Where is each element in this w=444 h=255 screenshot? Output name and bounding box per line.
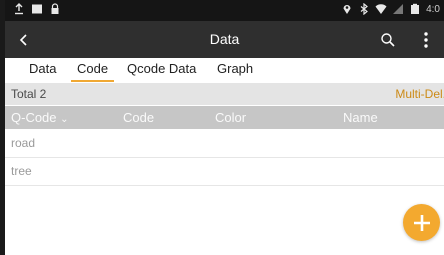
more-vertical-icon [424,32,428,48]
lock-icon [51,3,59,14]
location-icon [343,5,351,14]
tab-code[interactable]: Code [71,61,115,82]
add-button[interactable] [403,204,440,241]
status-icons-left [13,3,61,15]
tab-bar: Data Code Qcode Data Graph [5,58,444,83]
app-screen: 4:0 Data Data Code Qcode Data Graph Tota… [5,0,444,255]
summary-bar: Total 2 Multi-Del. [5,83,444,105]
column-header-code: Code [123,110,155,125]
image-icon [32,4,42,14]
app-bar: Data [5,21,444,58]
multi-delete-button[interactable]: Multi-Del. [395,87,444,101]
sort-indicator-icon: ⌄ [60,114,69,125]
qcode-cell: road [11,136,36,150]
column-header-qcode[interactable]: Q-Code ⌄ [11,110,69,125]
tab-data[interactable]: Data [23,61,62,80]
signal-icon [393,4,404,14]
wifi-icon [375,4,387,14]
tab-graph[interactable]: Graph [211,61,259,80]
table-row[interactable]: tree [5,158,444,186]
column-header-name: Name [343,110,378,125]
status-bar: 4:0 [5,0,444,21]
qcode-cell: tree [11,164,32,178]
more-options-button[interactable] [414,28,438,52]
plus-icon [413,214,430,231]
bluetooth-icon [360,3,369,15]
battery-icon [411,3,420,14]
search-icon [381,33,395,47]
search-button[interactable] [376,28,400,52]
status-icons-right: 4:0 [341,3,440,15]
tab-qcode-data[interactable]: Qcode Data [121,61,202,80]
upload-icon [15,3,23,15]
table-row[interactable]: road [5,130,444,158]
column-header-qcode-label: Q-Code [11,110,57,125]
total-count: Total 2 [11,87,47,101]
table-header: Q-Code ⌄ Code Color Name [5,106,444,129]
status-time: 4:0 [426,3,440,15]
column-header-color: Color [215,110,247,125]
